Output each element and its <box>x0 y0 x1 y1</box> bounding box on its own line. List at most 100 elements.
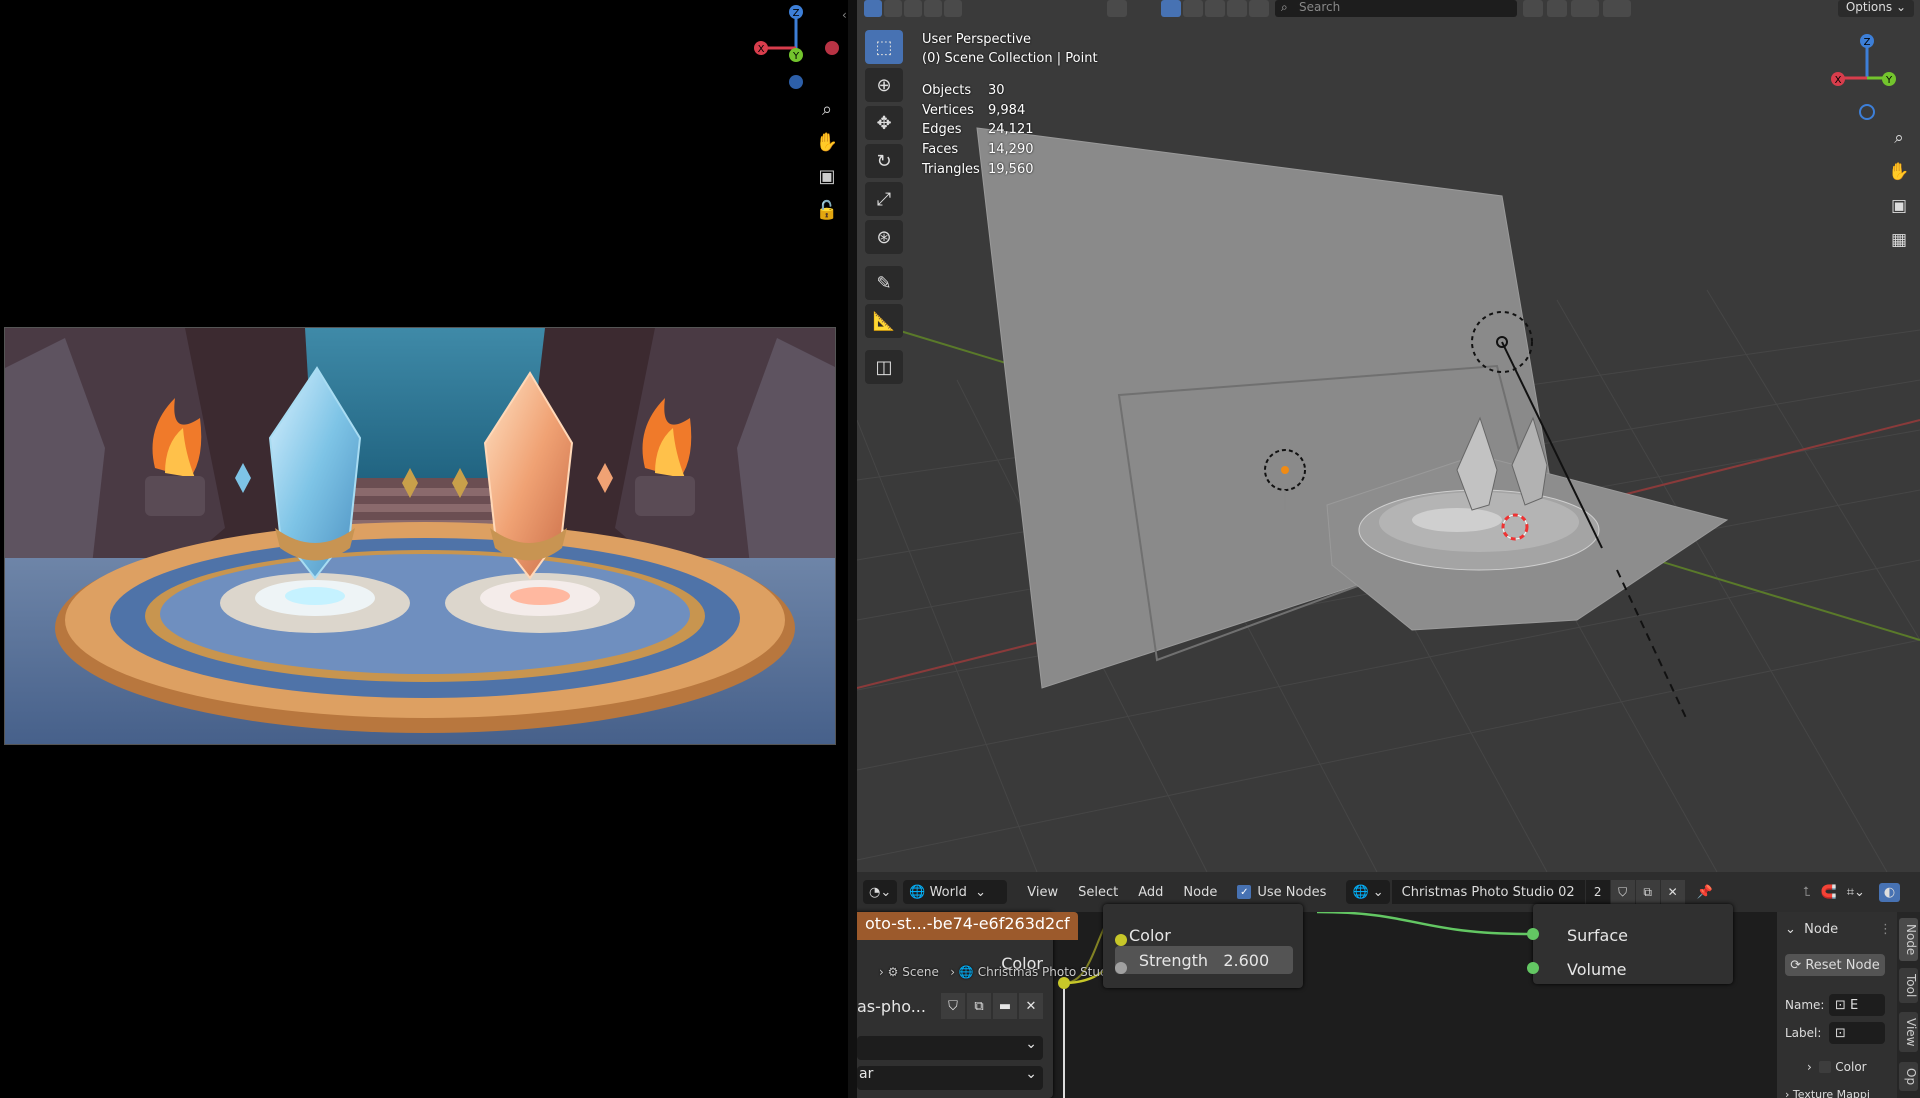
stat-label: Faces <box>922 142 959 158</box>
tab-tool[interactable]: Tool <box>1899 968 1918 1004</box>
ortho-grid-icon[interactable]: ▦ <box>1886 227 1912 253</box>
world-output-node[interactable]: Surface Volume <box>1533 904 1733 984</box>
node-title-bar[interactable]: oto-st...-be74-e6f263d2cf <box>857 912 1078 940</box>
scale-tool-icon[interactable]: ⤢ <box>865 182 903 216</box>
menu-view[interactable]: View <box>1027 885 1058 900</box>
projection-dropdown[interactable]: ar ⌄ <box>857 1066 1043 1090</box>
fake-user-shield-icon[interactable]: ⛉ <box>941 993 965 1019</box>
background-node[interactable]: Color Strength 2.600 <box>1103 904 1303 988</box>
label-field[interactable]: ⊡ <box>1829 1022 1885 1044</box>
filter-icon[interactable] <box>1603 0 1631 17</box>
color-checkbox[interactable] <box>1819 1061 1832 1073</box>
color-subpanel[interactable]: › Color <box>1807 1060 1867 1074</box>
environment-texture-node[interactable]: oto-st...-be74-e6f263d2cf Color as-pho..… <box>857 912 1078 1098</box>
annotate-tool-icon[interactable]: ✎ <box>865 266 903 300</box>
display-mode-icon[interactable] <box>1571 0 1599 17</box>
interpolation-dropdown[interactable]: ⌄ <box>857 1036 1043 1060</box>
lock-icon[interactable]: 🔓 <box>815 198 839 222</box>
menu-select[interactable]: Select <box>1078 885 1118 900</box>
shading-rendered-icon[interactable] <box>1205 0 1225 17</box>
options-dropdown[interactable]: Options ⌄ <box>1837 0 1914 17</box>
add-cube-tool-icon[interactable]: ◫ <box>865 350 903 384</box>
select-mode-intersect-icon[interactable] <box>944 0 962 17</box>
select-mode-invert-icon[interactable] <box>924 0 942 17</box>
select-mode-new-icon[interactable] <box>864 0 882 17</box>
viewport-search-input[interactable]: ⌕ Search <box>1275 0 1517 17</box>
projection-value: ar <box>859 1066 874 1082</box>
collapse-chevron-icon[interactable]: ‹ <box>842 8 847 22</box>
cursor-tool-icon[interactable]: ⊕ <box>865 68 903 102</box>
shading-solid-icon[interactable] <box>1161 0 1181 17</box>
hand-pan-icon[interactable]: ✋ <box>1886 159 1912 185</box>
area-divider[interactable] <box>848 0 857 1098</box>
left-nav-gizmo[interactable]: Z X Y <box>0 0 848 110</box>
use-nodes-label: Use Nodes <box>1257 884 1327 900</box>
overlay-toggle-icon[interactable]: ◐ <box>1878 882 1901 902</box>
strength-input-socket[interactable] <box>1115 962 1127 974</box>
zoom-icon[interactable]: ⌕ <box>815 97 839 121</box>
overlay-icon[interactable] <box>1523 0 1543 17</box>
tab-options[interactable]: Op <box>1899 1062 1918 1092</box>
surface-input-socket[interactable] <box>1527 928 1539 940</box>
measure-tool-icon[interactable]: 📐 <box>865 304 903 338</box>
shading-material-icon[interactable] <box>1183 0 1203 17</box>
sidebar-tabs: Node Tool View Op <box>1897 912 1920 1098</box>
select-mode-subtract-icon[interactable] <box>904 0 922 17</box>
viewport-header: ⌕ Search Options ⌄ <box>857 0 1920 18</box>
use-nodes-checkbox[interactable]: ✓ Use Nodes <box>1237 885 1326 900</box>
camera-icon[interactable]: ▣ <box>815 164 839 188</box>
shading-options-icon[interactable] <box>1249 0 1269 17</box>
shader-type-dropdown[interactable]: 🌐 World ⌄ <box>903 880 1008 904</box>
snap-element-icon[interactable]: ⌗⌄ <box>1847 885 1865 900</box>
select-mode-extend-icon[interactable] <box>884 0 902 17</box>
chevron-down-icon: ⌄ <box>1025 1066 1037 1082</box>
strength-value: 2.600 <box>1223 950 1270 970</box>
node-canvas[interactable]: oto-st...-be74-e6f263d2cf Color as-pho..… <box>857 904 1777 1098</box>
menu-add[interactable]: Add <box>1138 885 1163 900</box>
shading-dropdown-icon[interactable] <box>1107 0 1127 17</box>
fake-user-shield-icon[interactable]: ⛉ <box>1610 880 1635 904</box>
editor-type-dropdown[interactable]: ◔ ⌄ <box>863 880 898 904</box>
select-box-tool-icon[interactable]: ⬚ <box>865 30 903 64</box>
volume-input-socket[interactable] <box>1527 962 1539 974</box>
rotate-tool-icon[interactable]: ↻ <box>865 144 903 178</box>
name-field[interactable]: ⊡ E <box>1829 994 1885 1016</box>
breadcrumb-scene[interactable]: Scene <box>902 965 939 979</box>
folder-icon[interactable]: ▬ <box>993 993 1017 1019</box>
world-name-field[interactable]: Christmas Photo Studio 02 <box>1391 880 1585 904</box>
image-selector: as-pho... ⛉ ⧉ ▬ ✕ <box>857 992 1053 1020</box>
unlink-x-icon[interactable]: ✕ <box>1019 993 1043 1019</box>
snap-icon[interactable]: 🧲 <box>1821 885 1837 900</box>
tab-view[interactable]: View <box>1899 1012 1918 1053</box>
image-name[interactable]: as-pho... <box>857 997 931 1016</box>
transform-tool-icon[interactable]: ⊛ <box>865 220 903 254</box>
duplicate-icon[interactable]: ⧉ <box>967 993 991 1019</box>
tab-node[interactable]: Node <box>1899 918 1918 962</box>
camera-viewport[interactable]: Z X Y ‹ ⌕ ✋ ▣ 🔓 <box>0 0 848 1098</box>
users-count[interactable]: 2 <box>1585 880 1610 904</box>
reset-node-label: Reset Node <box>1805 957 1880 973</box>
node-panel-header[interactable]: ⌄ Node <box>1785 922 1838 937</box>
parent-node-tree-icon[interactable]: ⮤ <box>1803 885 1811 900</box>
reset-node-button[interactable]: ⟳ Reset Node <box>1785 954 1885 976</box>
color-label: Color <box>1835 1060 1867 1074</box>
bookmark-icon[interactable] <box>1547 0 1567 17</box>
perspective-label: User Perspective <box>922 32 1032 47</box>
hand-pan-icon[interactable]: ✋ <box>815 130 839 154</box>
pin-icon[interactable]: 📌 <box>1697 885 1713 900</box>
zoom-icon[interactable]: ⌕ <box>1886 125 1912 151</box>
move-tool-icon[interactable]: ✥ <box>865 106 903 140</box>
shader-node-editor[interactable]: ◔ ⌄ 🌐 World ⌄ View Select Add Node ✓ Use… <box>857 872 1920 1098</box>
world-browse-button[interactable]: 🌐 ⌄ <box>1346 880 1390 904</box>
texture-mapping-subpanel[interactable]: › Texture Mappi <box>1785 1088 1870 1098</box>
unlink-x-icon[interactable]: ✕ <box>1660 880 1685 904</box>
color-output-socket[interactable] <box>1058 977 1070 989</box>
search-icon: ⌕ <box>1281 0 1288 14</box>
strength-field[interactable]: Strength 2.600 <box>1115 946 1293 974</box>
camera-view-icon[interactable]: ▣ <box>1886 193 1912 219</box>
shading-wire-icon[interactable] <box>1227 0 1247 17</box>
menu-node[interactable]: Node <box>1183 885 1217 900</box>
color-input-socket[interactable] <box>1115 934 1127 946</box>
3d-viewport[interactable]: Z X Y ⌕ Search Options ⌄ ⬚ ⊕ ✥ ↻ ⤢ ⊛ ✎ 📐… <box>857 0 1920 872</box>
duplicate-icon[interactable]: ⧉ <box>1635 880 1660 904</box>
